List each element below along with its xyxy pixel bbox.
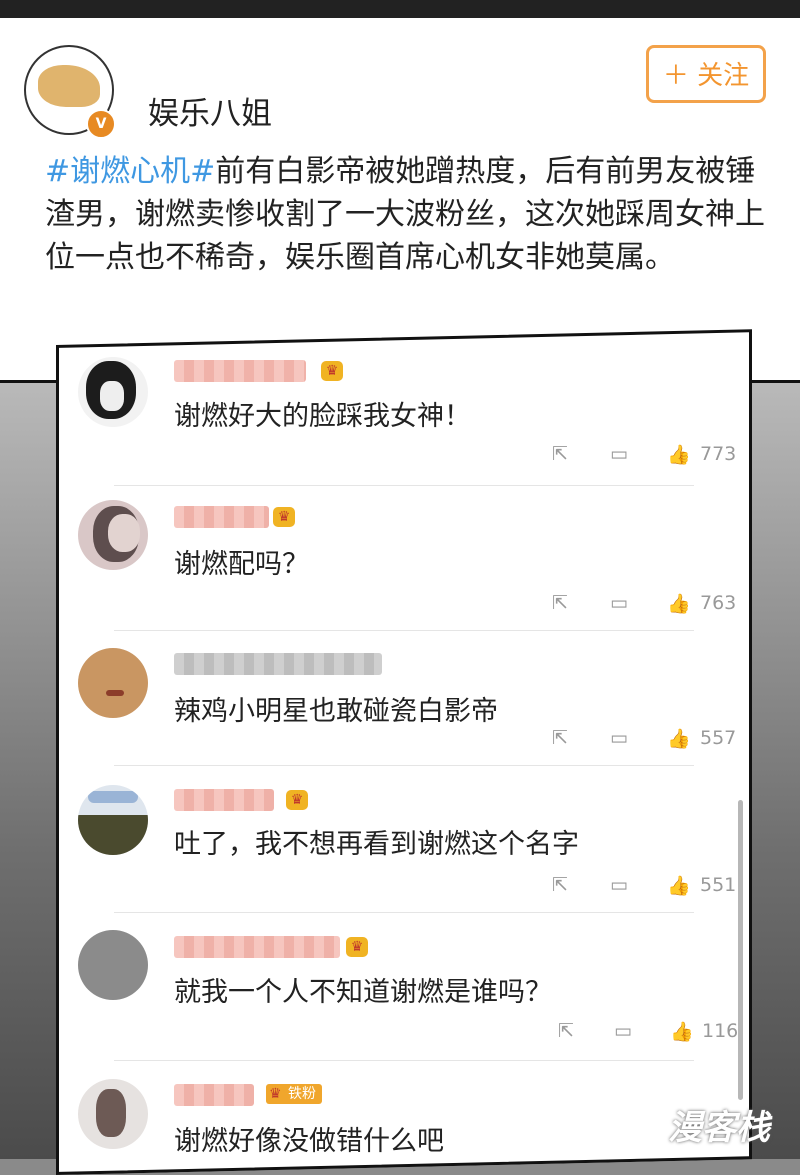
like-icon[interactable]: 👍 (670, 1020, 694, 1043)
commenter-name-blurred[interactable] (174, 936, 340, 958)
crown-icon: ♛ (286, 790, 308, 810)
like-count: 773 (700, 443, 737, 465)
panel-top-border (0, 0, 800, 18)
like-count: 557 (700, 727, 737, 749)
comment-icon[interactable]: ▭ (610, 874, 628, 896)
commenter-name-blurred[interactable] (174, 1084, 254, 1106)
crown-icon: ♛ (269, 1086, 282, 1102)
verified-icon: V (86, 109, 116, 139)
commenter-name-blurred[interactable] (174, 653, 382, 675)
scrollbar[interactable] (738, 800, 743, 1100)
like-icon[interactable]: 👍 (667, 727, 691, 750)
like-icon[interactable]: 👍 (667, 443, 691, 466)
hashtag-link[interactable]: #谢燃心机# (45, 154, 215, 189)
like-count: 116 (702, 1020, 739, 1042)
commenter-avatar[interactable] (78, 648, 148, 718)
commenter-name-blurred[interactable] (174, 360, 306, 382)
comment-actions: ⇱ ▭ 👍 763 (552, 592, 742, 618)
author-name[interactable]: 娱乐八姐 (148, 88, 272, 133)
commenter-name-blurred[interactable] (174, 506, 269, 528)
comment-text: 就我一个人不知道谢燃是谁吗？ (174, 977, 552, 1008)
comment-text: 谢燃好像没做错什么吧 (174, 1126, 444, 1157)
comment-text: 吐了，我不想再看到谢燃这个名字 (174, 829, 579, 860)
like-count: 551 (700, 874, 737, 896)
comment-divider (114, 630, 694, 631)
comment-divider (114, 485, 694, 486)
comment-actions: ⇱ ▭ 👍 557 (552, 727, 742, 753)
share-icon[interactable]: ⇱ (552, 874, 568, 896)
like-icon[interactable]: 👍 (667, 874, 691, 897)
fan-badge-label: 铁粉 (288, 1086, 316, 1102)
comment-actions: ⇱ ▭ 👍 551 (552, 874, 742, 900)
fan-badge: ♛ 铁粉 (266, 1084, 322, 1104)
comment-actions: ⇱ ▭ 👍 773 (552, 443, 742, 469)
follow-button[interactable]: ＋ 关注 (646, 45, 766, 103)
post-body: #谢燃心机#前有白影帝被她蹭热度，后有前男友被锤渣男，谢燃卖惨收割了一大波粉丝，… (45, 150, 785, 279)
comment-text: 谢燃好大的脸踩我女神！ (174, 401, 471, 432)
commenter-name-blurred[interactable] (174, 789, 274, 811)
crown-icon: ♛ (273, 507, 295, 527)
commenter-avatar[interactable] (78, 357, 148, 427)
share-icon[interactable]: ⇱ (552, 592, 568, 614)
comment-icon[interactable]: ▭ (610, 592, 628, 614)
comment-text: 谢燃配吗？ (174, 549, 309, 580)
comment-divider (114, 912, 694, 913)
comment-text: 辣鸡小明星也敢碰瓷白影帝 (174, 696, 498, 727)
comment-icon[interactable]: ▭ (610, 727, 628, 749)
crown-icon: ♛ (321, 361, 343, 381)
comment-icon[interactable]: ▭ (610, 443, 628, 465)
share-icon[interactable]: ⇱ (552, 727, 568, 749)
comment-divider (114, 1060, 694, 1061)
watermark-logo: 漫客栈 (668, 1108, 770, 1148)
like-count: 763 (700, 592, 737, 614)
comment-divider (114, 765, 694, 766)
commenter-avatar[interactable] (78, 785, 148, 855)
commenter-avatar[interactable] (78, 1079, 148, 1149)
share-icon[interactable]: ⇱ (558, 1020, 574, 1042)
comment-actions: ⇱ ▭ 👍 116 (552, 1020, 742, 1046)
comment-icon[interactable]: ▭ (614, 1020, 632, 1042)
share-icon[interactable]: ⇱ (552, 443, 568, 465)
commenter-avatar[interactable] (78, 500, 148, 570)
like-icon[interactable]: 👍 (667, 592, 691, 615)
commenter-avatar[interactable] (78, 930, 148, 1000)
crown-icon: ♛ (346, 937, 368, 957)
